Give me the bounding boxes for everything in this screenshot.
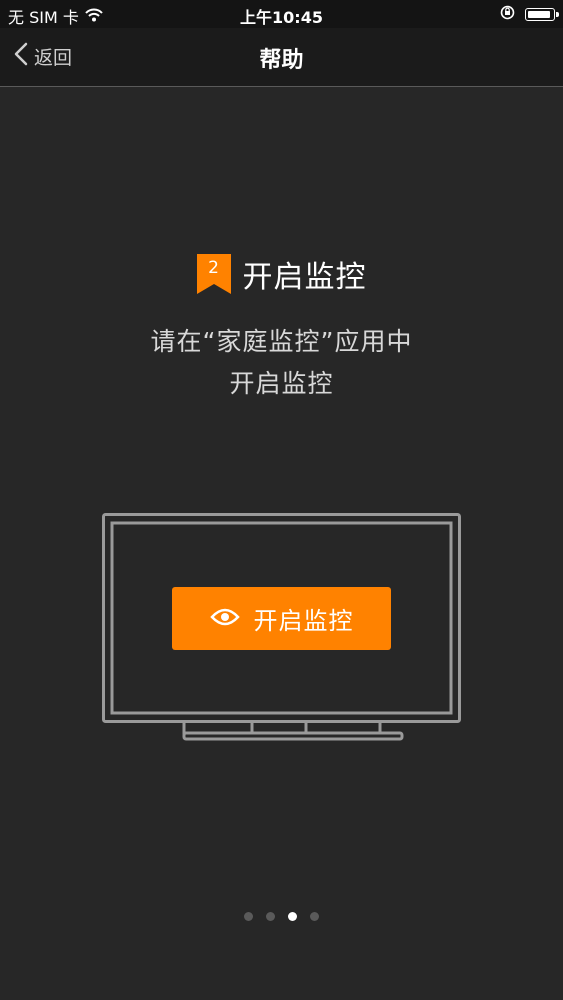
status-bar: 无 SIM 卡 上午10:45 — [0, 0, 563, 28]
nav-bar: 返回 帮助 — [0, 28, 563, 87]
page-dot[interactable] — [310, 912, 319, 921]
status-right — [500, 5, 559, 24]
start-monitoring-button[interactable]: 开启监控 — [172, 587, 391, 650]
page-dot[interactable] — [288, 912, 297, 921]
page-dot[interactable] — [266, 912, 275, 921]
start-monitoring-label: 开启监控 — [253, 607, 354, 635]
page-dot[interactable] — [244, 912, 253, 921]
step-title: 开启监控 — [242, 260, 367, 295]
page-indicator — [0, 912, 563, 921]
step-badge: 2 — [196, 254, 231, 294]
battery-fill — [528, 11, 550, 18]
rotation-lock-icon — [500, 5, 515, 24]
battery-icon — [525, 8, 559, 21]
description-line-1: 请在“家庭监控”应用中 — [150, 327, 413, 356]
step-heading: 2 开启监控 — [0, 252, 563, 296]
eye-icon — [209, 607, 240, 631]
step-number: 2 — [208, 258, 219, 278]
description-line-2: 开启监控 — [229, 369, 334, 398]
status-time: 上午10:45 — [240, 8, 323, 27]
page-title: 帮助 — [259, 48, 304, 73]
